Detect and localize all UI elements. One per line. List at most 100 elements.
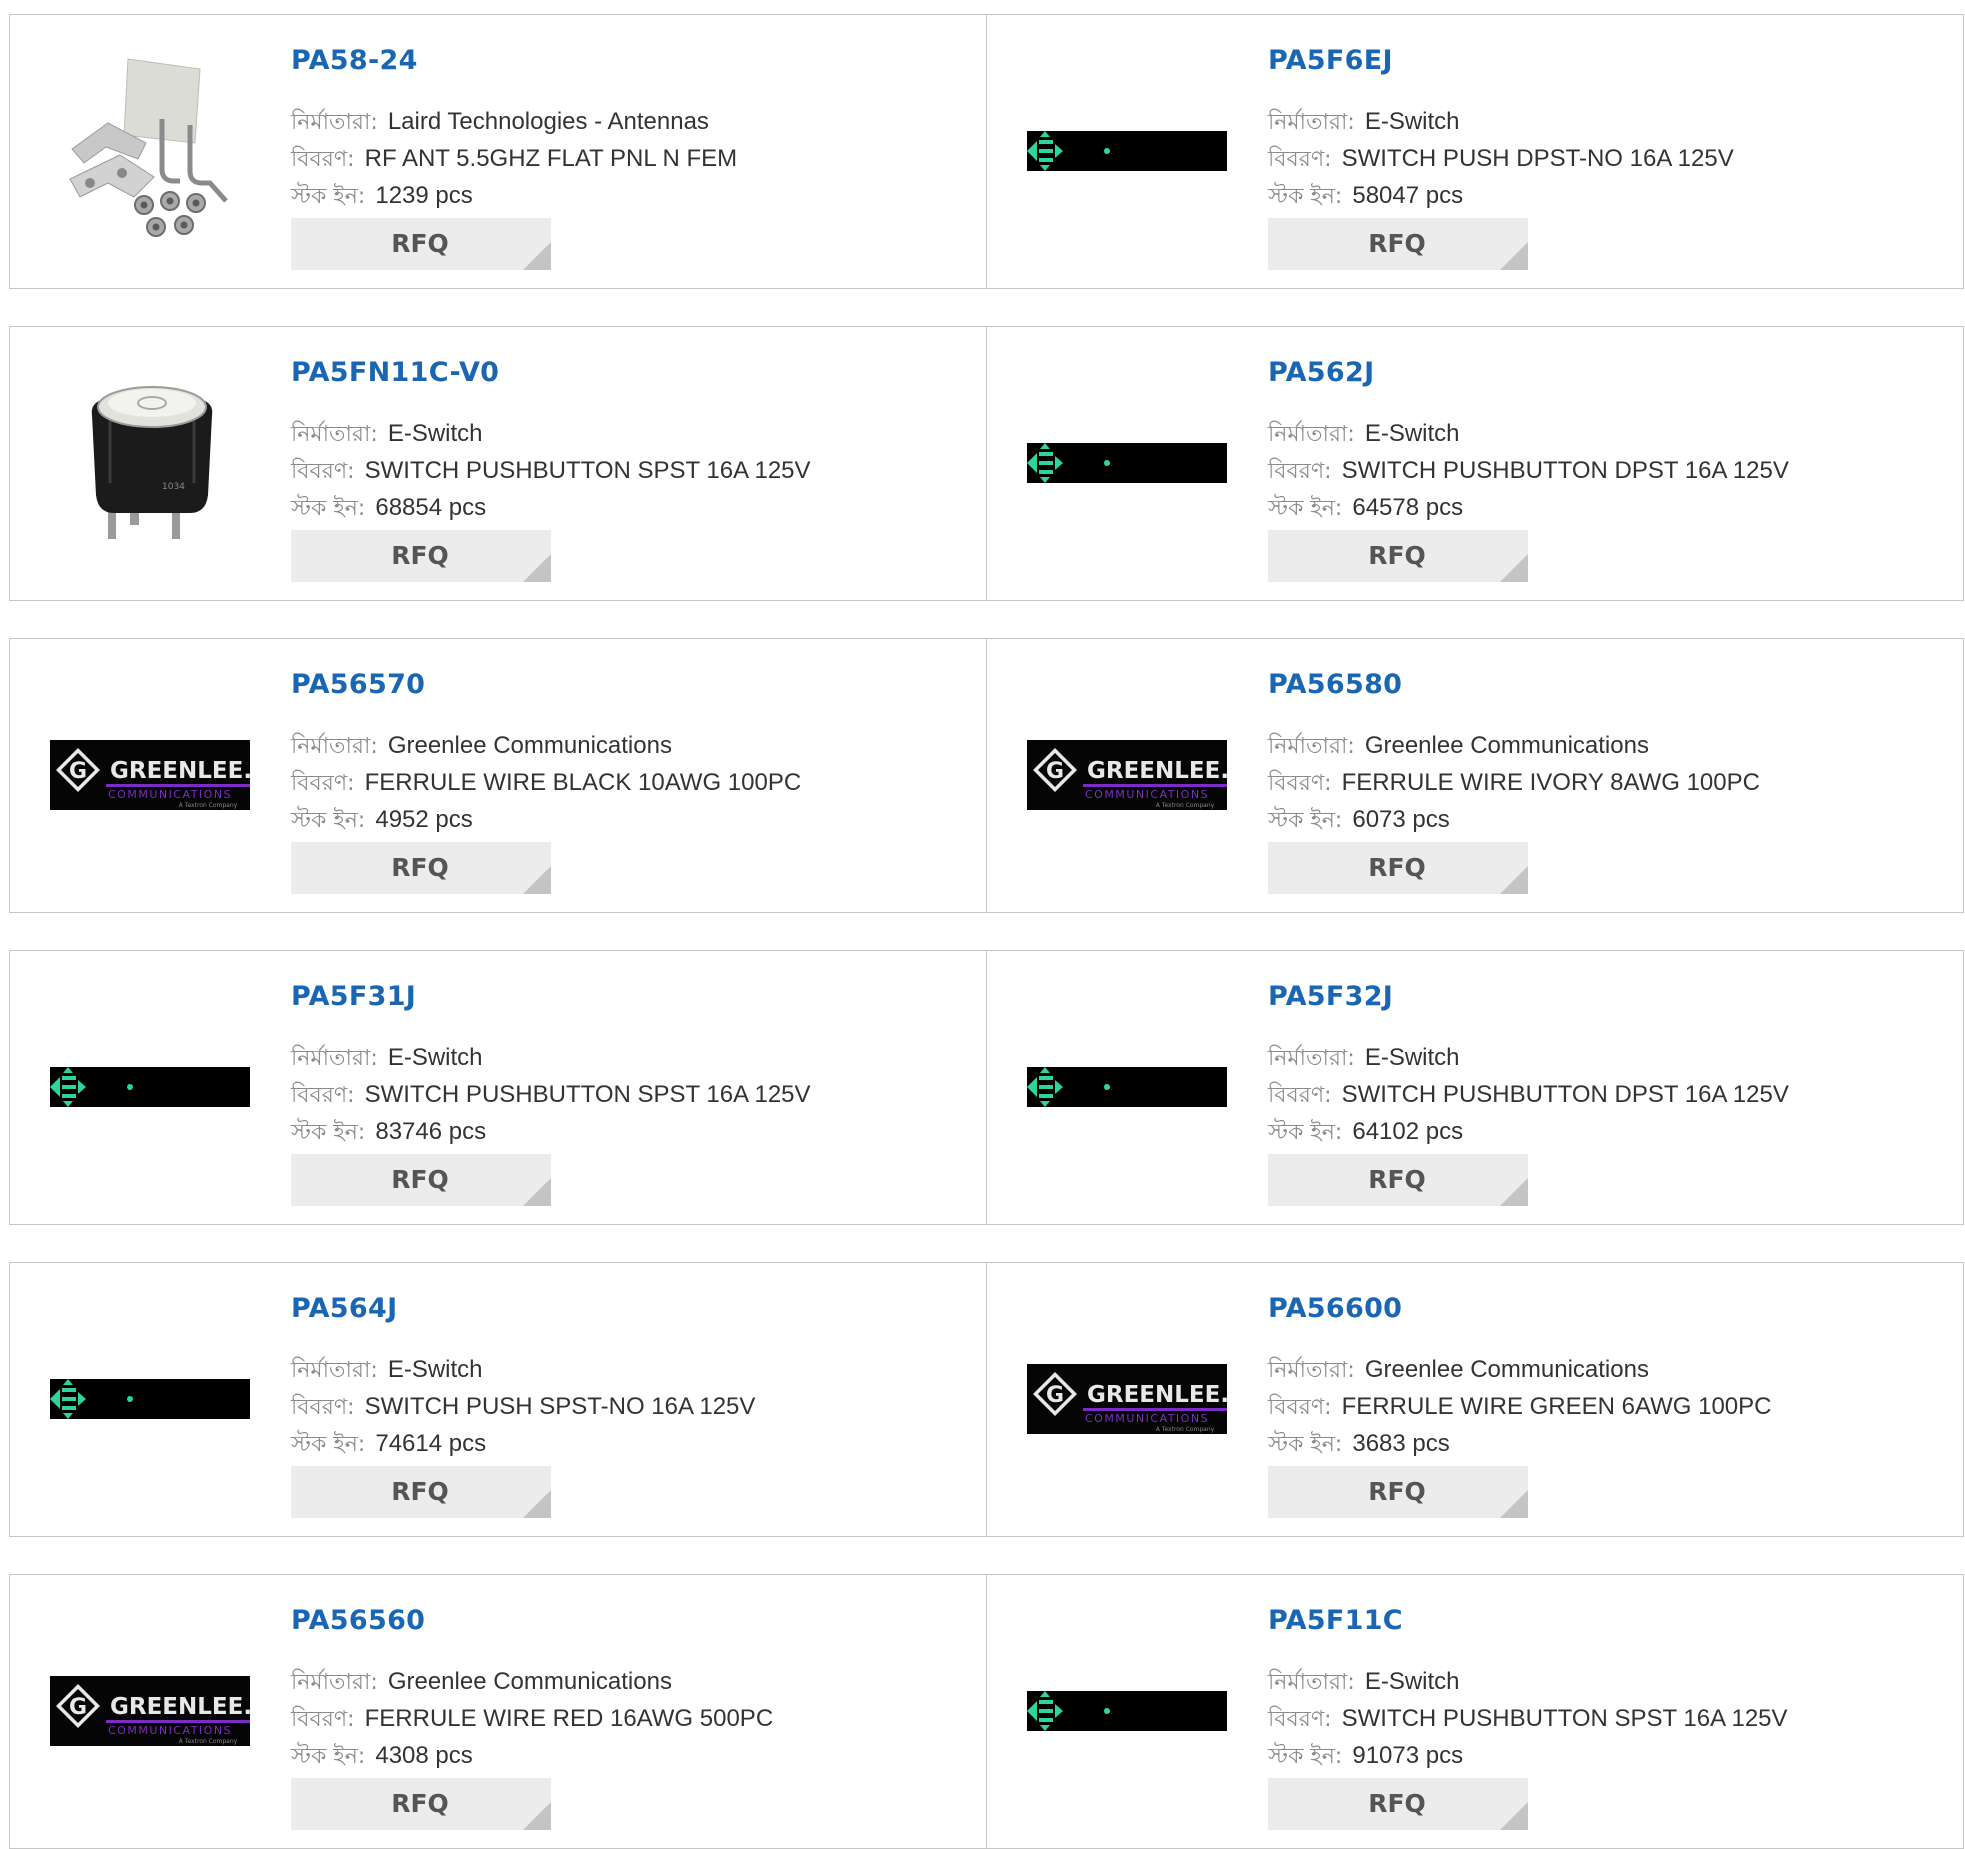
part-number-link[interactable]: PA58-24 bbox=[291, 45, 418, 76]
description-label: বিবরণ: bbox=[291, 459, 355, 484]
description-value: SWITCH PUSH SPST-NO 16A 125V bbox=[364, 1393, 756, 1420]
product-image[interactable] bbox=[1027, 363, 1227, 563]
manufacturer-label: নির্মাতারা: bbox=[291, 1670, 378, 1695]
rfq-button-label: RFQ bbox=[391, 1165, 449, 1194]
eswitch-logo-icon bbox=[50, 1379, 250, 1419]
stock-value: 68854 pcs bbox=[375, 494, 487, 521]
manufacturer-value: Greenlee Communications bbox=[1364, 1356, 1649, 1383]
stock-field: স্টক ইন: 1239 pcs bbox=[291, 181, 473, 212]
description-field: বিবরণ: SWITCH PUSH DPST-NO 16A 125V bbox=[1268, 144, 1734, 175]
rfq-button-label: RFQ bbox=[391, 229, 449, 258]
rfq-button[interactable]: RFQ bbox=[1268, 1466, 1528, 1518]
part-number-link[interactable]: PA562J bbox=[1268, 357, 1374, 388]
product-card: PA56570 নির্মাতারা: Greenlee Communicatio… bbox=[9, 638, 987, 913]
product-card: PA56560 নির্মাতারা: Greenlee Communicatio… bbox=[9, 1574, 987, 1849]
rfq-button[interactable]: RFQ bbox=[291, 1154, 551, 1206]
description-field: বিবরণ: FERRULE WIRE GREEN 6AWG 100PC bbox=[1268, 1392, 1771, 1423]
stock-value: 58047 pcs bbox=[1352, 182, 1464, 209]
description-field: বিবরণ: FERRULE WIRE RED 16AWG 500PC bbox=[291, 1704, 773, 1735]
manufacturer-value: Greenlee Communications bbox=[387, 732, 672, 759]
stock-field: স্টক ইন: 3683 pcs bbox=[1268, 1429, 1450, 1460]
description-value: SWITCH PUSHBUTTON SPST 16A 125V bbox=[1341, 1705, 1788, 1732]
rfq-button[interactable]: RFQ bbox=[1268, 1154, 1528, 1206]
manufacturer-value: Greenlee Communications bbox=[1364, 732, 1649, 759]
manufacturer-label: নির্মাতারা: bbox=[1268, 734, 1355, 759]
product-image[interactable] bbox=[50, 1299, 250, 1499]
rfq-button[interactable]: RFQ bbox=[1268, 1778, 1528, 1830]
product-image[interactable] bbox=[1027, 1299, 1227, 1499]
rfq-button[interactable]: RFQ bbox=[291, 218, 551, 270]
greenlee-logo-icon bbox=[50, 1676, 250, 1746]
description-field: বিবরণ: SWITCH PUSHBUTTON DPST 16A 125V bbox=[1268, 456, 1789, 487]
rfq-button[interactable]: RFQ bbox=[1268, 218, 1528, 270]
part-number-link[interactable]: PA56560 bbox=[291, 1605, 425, 1636]
manufacturer-field: নির্মাতারা: Greenlee Communications bbox=[1268, 1355, 1649, 1386]
stock-value: 64102 pcs bbox=[1352, 1118, 1464, 1145]
product-image[interactable] bbox=[1027, 675, 1227, 875]
corner-triangle-icon bbox=[523, 1178, 551, 1206]
part-number-link[interactable]: PA5F6EJ bbox=[1268, 45, 1393, 76]
corner-triangle-icon bbox=[1500, 1490, 1528, 1518]
product-card: PA5F11C নির্মাতারা: E-Switch বিবরণ: SWITCH… bbox=[986, 1574, 1964, 1849]
stock-field: স্টক ইন: 4952 pcs bbox=[291, 805, 473, 836]
description-value: SWITCH PUSHBUTTON SPST 16A 125V bbox=[364, 457, 811, 484]
description-value: FERRULE WIRE BLACK 10AWG 100PC bbox=[364, 769, 802, 796]
rfq-button[interactable]: RFQ bbox=[1268, 842, 1528, 894]
product-image[interactable] bbox=[1027, 51, 1227, 251]
corner-triangle-icon bbox=[523, 242, 551, 270]
product-image[interactable] bbox=[1027, 1611, 1227, 1811]
manufacturer-field: নির্মাতারা: Laird Technologies - Antennas bbox=[291, 107, 709, 138]
description-label: বিবরণ: bbox=[291, 1395, 355, 1420]
stock-value: 91073 pcs bbox=[1352, 1742, 1464, 1769]
manufacturer-value: E-Switch bbox=[1364, 1668, 1460, 1695]
part-number-link[interactable]: PA5F11C bbox=[1268, 1605, 1403, 1636]
product-image[interactable] bbox=[50, 987, 250, 1187]
part-number-link[interactable]: PA56600 bbox=[1268, 1293, 1402, 1324]
description-label: বিবরণ: bbox=[1268, 147, 1332, 172]
pushbutton-switch-icon bbox=[50, 363, 250, 563]
rfq-button-label: RFQ bbox=[391, 1477, 449, 1506]
description-value: FERRULE WIRE GREEN 6AWG 100PC bbox=[1341, 1393, 1772, 1420]
rfq-button[interactable]: RFQ bbox=[291, 1778, 551, 1830]
rfq-button-label: RFQ bbox=[391, 1789, 449, 1818]
rfq-button[interactable]: RFQ bbox=[1268, 530, 1528, 582]
description-field: বিবরণ: FERRULE WIRE IVORY 8AWG 100PC bbox=[1268, 768, 1760, 799]
product-card: PA564J নির্মাতারা: E-Switch বিবরণ: SWITCH … bbox=[9, 1262, 987, 1537]
part-number-link[interactable]: PA56580 bbox=[1268, 669, 1402, 700]
stock-field: স্টক ইন: 68854 pcs bbox=[291, 493, 486, 524]
product-image[interactable] bbox=[50, 363, 250, 563]
rfq-button-label: RFQ bbox=[1368, 1789, 1426, 1818]
corner-triangle-icon bbox=[523, 1802, 551, 1830]
product-image[interactable] bbox=[50, 1611, 250, 1811]
description-label: বিবরণ: bbox=[291, 147, 355, 172]
part-number-link[interactable]: PA5FN11C-V0 bbox=[291, 357, 499, 388]
part-number-link[interactable]: PA5F31J bbox=[291, 981, 416, 1012]
part-number-link[interactable]: PA56570 bbox=[291, 669, 425, 700]
rfq-button[interactable]: RFQ bbox=[291, 1466, 551, 1518]
product-image[interactable] bbox=[50, 51, 250, 251]
manufacturer-value: E-Switch bbox=[387, 1356, 483, 1383]
rfq-button-label: RFQ bbox=[1368, 853, 1426, 882]
greenlee-logo-icon bbox=[50, 740, 250, 810]
product-image[interactable] bbox=[50, 675, 250, 875]
manufacturer-value: E-Switch bbox=[387, 1044, 483, 1071]
corner-triangle-icon bbox=[1500, 554, 1528, 582]
corner-triangle-icon bbox=[523, 866, 551, 894]
product-image[interactable] bbox=[1027, 987, 1227, 1187]
stock-label: স্টক ইন: bbox=[1268, 808, 1343, 833]
stock-label: স্টক ইন: bbox=[291, 496, 366, 521]
rfq-button[interactable]: RFQ bbox=[291, 842, 551, 894]
product-card: PA5F6EJ নির্মাতারা: E-Switch বিবরণ: SWITCH… bbox=[986, 14, 1964, 289]
manufacturer-label: নির্মাতারা: bbox=[291, 1358, 378, 1383]
rfq-button[interactable]: RFQ bbox=[291, 530, 551, 582]
product-row: PA56560 নির্মাতারা: Greenlee Communicatio… bbox=[9, 1574, 1964, 1849]
part-number-link[interactable]: PA5F32J bbox=[1268, 981, 1393, 1012]
stock-field: স্টক ইন: 74614 pcs bbox=[291, 1429, 486, 1460]
description-label: বিবরণ: bbox=[291, 1083, 355, 1108]
rfq-button-label: RFQ bbox=[1368, 229, 1426, 258]
part-number-link[interactable]: PA564J bbox=[291, 1293, 397, 1324]
manufacturer-field: নির্মাতারা: E-Switch bbox=[1268, 1667, 1460, 1698]
description-label: বিবরণ: bbox=[1268, 1707, 1332, 1732]
manufacturer-field: নির্মাতারা: E-Switch bbox=[291, 1043, 483, 1074]
manufacturer-field: নির্মাতারা: Greenlee Communications bbox=[291, 731, 672, 762]
